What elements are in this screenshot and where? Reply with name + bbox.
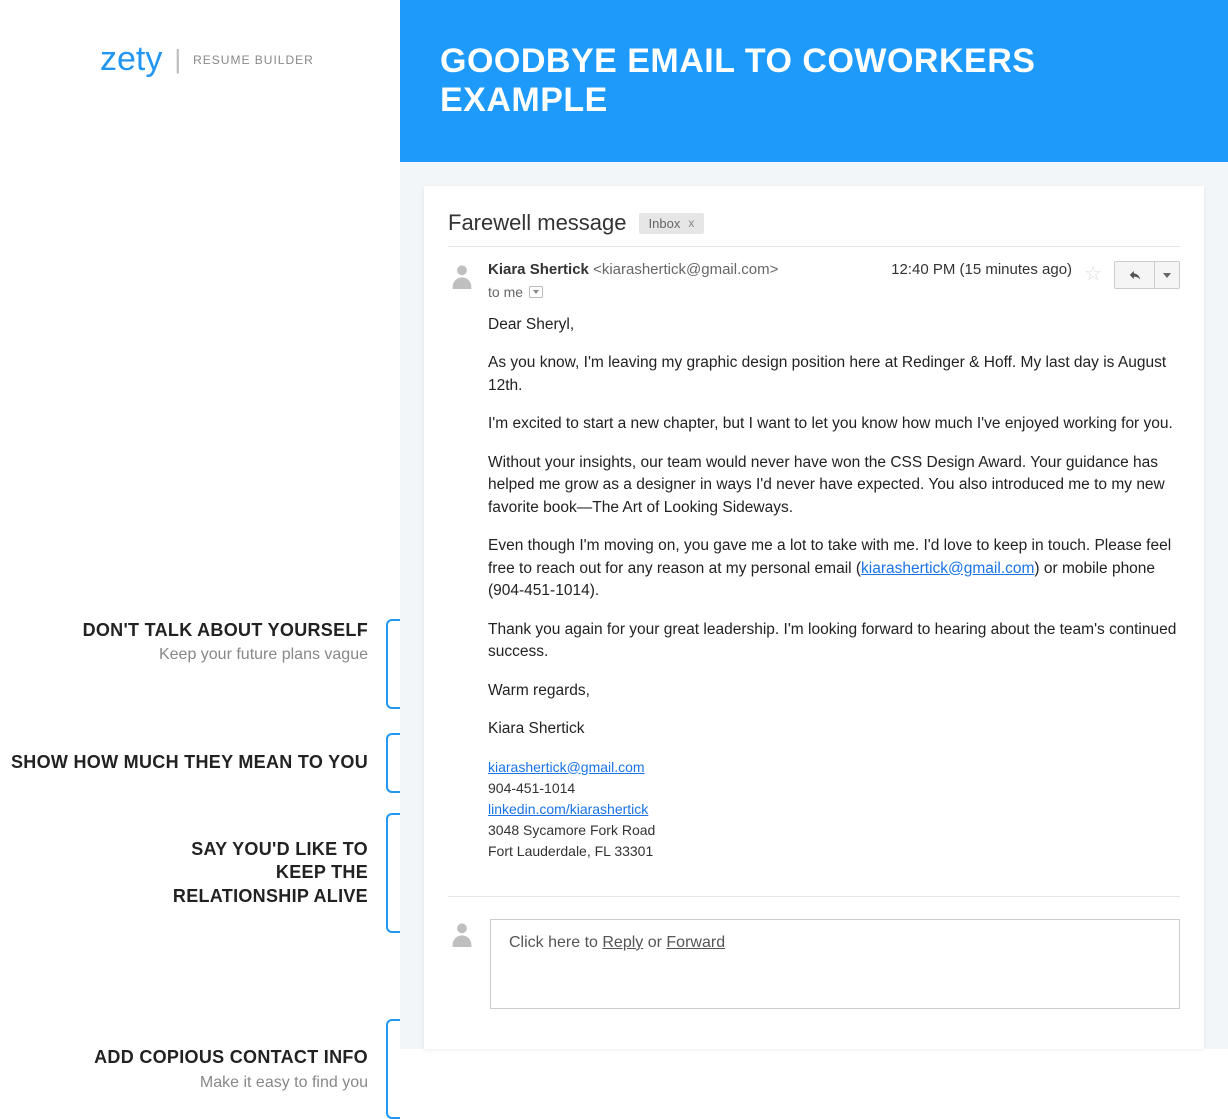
tip-title: ADD COPIOUS CONTACT INFO bbox=[94, 1046, 368, 1069]
email-body: Dear Sheryl, As you know, I'm leaving my… bbox=[488, 314, 1180, 862]
reply-button[interactable] bbox=[1115, 262, 1155, 288]
sig-phone: 904-451-1014 bbox=[488, 780, 575, 796]
sig-addr2: Fort Lauderdale, FL 33301 bbox=[488, 843, 653, 859]
brand-divider: | bbox=[174, 44, 181, 75]
from-email: <kiarashertick@gmail.com> bbox=[593, 261, 778, 278]
tip-title: DON'T TALK ABOUT YOURSELF bbox=[83, 619, 368, 642]
inbox-label: Inbox bbox=[649, 216, 681, 231]
email-subject: Farewell message bbox=[448, 210, 627, 236]
reply-link[interactable]: Reply bbox=[602, 934, 643, 951]
email-time: 12:40 PM (15 minutes ago) bbox=[891, 261, 1072, 278]
paragraph: Without your insights, our team would ne… bbox=[488, 452, 1180, 519]
paragraph: I'm excited to start a new chapter, but … bbox=[488, 413, 1180, 435]
tip-sub: Make it easy to find you bbox=[94, 1074, 368, 1092]
tip-2: SHOW HOW MUCH THEY MEAN TO YOU bbox=[11, 733, 400, 793]
greeting: Dear Sheryl, bbox=[488, 314, 1180, 336]
close-icon[interactable]: x bbox=[688, 216, 694, 230]
bracket-icon bbox=[386, 813, 400, 933]
sig-linkedin-link[interactable]: linkedin.com/kiarashertick bbox=[488, 801, 648, 817]
bracket-icon bbox=[386, 619, 400, 709]
email-card: Farewell message Inbox x Kiara Shertick … bbox=[424, 186, 1204, 1049]
dropdown-icon[interactable] bbox=[529, 286, 543, 298]
signature-block: kiarashertick@gmail.com 904-451-1014 lin… bbox=[488, 757, 1180, 862]
forward-link[interactable]: Forward bbox=[666, 934, 725, 951]
closing: Warm regards, bbox=[488, 680, 1180, 702]
bracket-icon bbox=[386, 733, 400, 793]
avatar-icon bbox=[448, 261, 476, 289]
brand-logo: zety bbox=[100, 40, 162, 79]
banner-title: GOODBYE EMAIL TO COWORKERS EXAMPLE bbox=[400, 0, 1228, 162]
from-line: Kiara Shertick <kiarashertick@gmail.com> bbox=[488, 261, 879, 278]
tip-1: DON'T TALK ABOUT YOURSELF Keep your futu… bbox=[83, 619, 400, 709]
bracket-icon bbox=[386, 1019, 400, 1119]
tip-title: SHOW HOW MUCH THEY MEAN TO YOU bbox=[11, 751, 368, 774]
main: GOODBYE EMAIL TO COWORKERS EXAMPLE Farew… bbox=[400, 0, 1228, 1049]
email-link[interactable]: kiarashertick@gmail.com bbox=[861, 560, 1034, 577]
avatar-icon bbox=[448, 919, 476, 947]
to-text: to me bbox=[488, 284, 523, 300]
from-name: Kiara Shertick bbox=[488, 261, 589, 278]
inbox-badge[interactable]: Inbox x bbox=[639, 213, 705, 234]
reply-arrow-icon bbox=[1127, 268, 1143, 282]
subject-row: Farewell message Inbox x bbox=[448, 210, 1180, 247]
email-meta: Kiara Shertick <kiarashertick@gmail.com>… bbox=[448, 261, 1180, 300]
to-line: to me bbox=[488, 284, 879, 300]
tip-title: SAY YOU'D LIKE TO KEEP THE RELATIONSHIP … bbox=[138, 838, 368, 908]
reply-area: Click here to Reply or Forward bbox=[448, 896, 1180, 1009]
reply-controls bbox=[1114, 261, 1180, 289]
tip-3: SAY YOU'D LIKE TO KEEP THE RELATIONSHIP … bbox=[138, 813, 400, 933]
paragraph: As you know, I'm leaving my graphic desi… bbox=[488, 352, 1180, 397]
more-button[interactable] bbox=[1155, 262, 1179, 288]
tip-4: ADD COPIOUS CONTACT INFO Make it easy to… bbox=[94, 1019, 400, 1119]
sidebar: zety | RESUME BUILDER DON'T TALK ABOUT Y… bbox=[0, 0, 400, 1049]
reply-box[interactable]: Click here to Reply or Forward bbox=[490, 919, 1180, 1009]
signature-name: Kiara Shertick bbox=[488, 718, 1180, 740]
paragraph: Thank you again for your great leadershi… bbox=[488, 619, 1180, 664]
sig-addr1: 3048 Sycamore Fork Road bbox=[488, 822, 655, 838]
caret-down-icon bbox=[1163, 273, 1171, 278]
brand-sub: RESUME BUILDER bbox=[193, 53, 314, 67]
tip-sub: Keep your future plans vague bbox=[83, 646, 368, 664]
brand: zety | RESUME BUILDER bbox=[0, 40, 400, 79]
paragraph: Even though I'm moving on, you gave me a… bbox=[488, 535, 1180, 602]
star-icon[interactable]: ☆ bbox=[1084, 261, 1102, 286]
sig-email-link[interactable]: kiarashertick@gmail.com bbox=[488, 759, 645, 775]
